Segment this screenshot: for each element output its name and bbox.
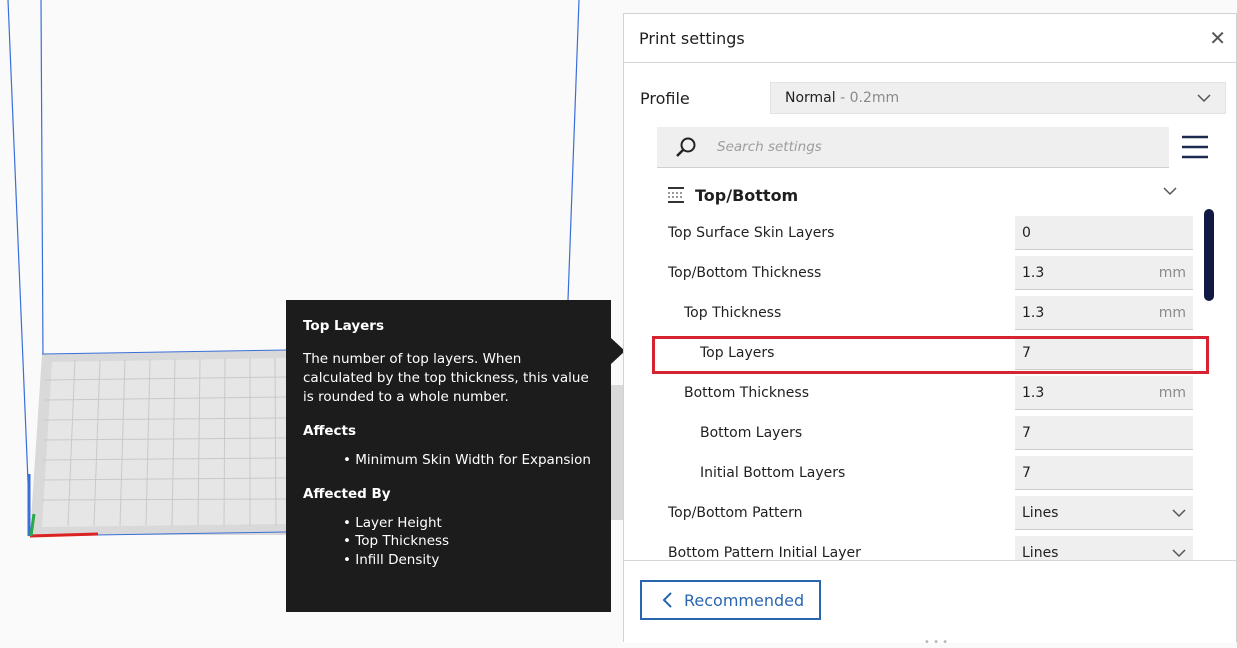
resize-handle-icon[interactable]: • • • — [924, 637, 948, 648]
setting-label: Top Thickness — [684, 305, 782, 321]
print-settings-panel: Print settings ✕ Profile Normal - 0.2mm … — [623, 13, 1237, 648]
profile-row: Profile Normal - 0.2mm — [640, 82, 1226, 114]
setting-row: Top/Bottom Thickness 1.3 mm — [652, 256, 1194, 290]
setting-unit: mm — [1158, 264, 1186, 281]
tooltip-affects-item: Minimum Skin Width for Expansion — [343, 451, 594, 470]
profile-label: Profile — [640, 88, 690, 108]
tooltip-affected-by-item: Infill Density — [343, 551, 594, 570]
setting-value: 7 — [1022, 464, 1031, 481]
search-input[interactable]: Search settings — [717, 139, 822, 155]
tooltip-description: The number of top layers. When calculate… — [303, 351, 589, 405]
setting-label: Top Surface Skin Layers — [668, 225, 835, 241]
panel-footer: Recommended • • • — [624, 560, 1236, 648]
profile-select[interactable]: Normal - 0.2mm — [770, 82, 1226, 114]
setting-label: Bottom Layers — [700, 425, 803, 441]
setting-row: Top Surface Skin Layers 0 — [652, 216, 1194, 250]
setting-row: Bottom Layers 7 — [652, 416, 1194, 450]
chevron-down-icon — [1172, 508, 1186, 517]
setting-row: Top/Bottom Pattern Lines — [652, 496, 1194, 530]
recommended-label: Recommended — [684, 590, 805, 610]
tooltip-affected-by-item: Top Thickness — [343, 532, 594, 551]
setting-value: Lines — [1022, 504, 1059, 521]
chevron-left-icon — [662, 592, 672, 608]
setting-input[interactable]: 1.3 mm — [1015, 296, 1193, 330]
tooltip-affects-list: Minimum Skin Width for Expansion — [343, 451, 594, 470]
setting-dropdown[interactable]: Lines — [1015, 496, 1193, 530]
tooltip-affected-by-list: Layer Height Top Thickness Infill Densit… — [343, 514, 594, 570]
tooltip-affects-heading: Affects — [303, 423, 357, 439]
setting-input[interactable]: 1.3 mm — [1015, 376, 1193, 410]
setting-tooltip: Top Layers The number of top layers. Whe… — [286, 300, 625, 612]
setting-unit: mm — [1158, 384, 1186, 401]
chevron-down-icon — [1172, 548, 1186, 557]
setting-label: Bottom Pattern Initial Layer — [668, 545, 861, 560]
setting-input[interactable]: 7 — [1015, 416, 1193, 450]
setting-input[interactable]: 7 — [1015, 456, 1193, 490]
setting-dropdown[interactable]: Lines — [1015, 536, 1193, 560]
setting-label: Top/Bottom Thickness — [668, 265, 822, 281]
setting-row: Top Thickness 1.3 mm — [652, 296, 1194, 330]
search-icon — [676, 137, 696, 157]
setting-row: Bottom Pattern Initial Layer Lines — [652, 536, 1194, 560]
profile-sub: - 0.2mm — [835, 90, 900, 106]
highlight-box — [652, 336, 1209, 374]
recommended-button[interactable]: Recommended — [640, 580, 821, 620]
setting-value: 0 — [1022, 224, 1031, 241]
scrollbar[interactable] — [1204, 209, 1214, 301]
tooltip-affected-by-item: Layer Height — [343, 514, 594, 533]
setting-label: Top/Bottom Pattern — [668, 505, 803, 521]
setting-unit: mm — [1158, 304, 1186, 321]
setting-input[interactable]: 1.3 mm — [1015, 256, 1193, 290]
setting-label: Bottom Thickness — [684, 385, 809, 401]
chevron-down-icon — [1197, 94, 1211, 103]
setting-label: Initial Bottom Layers — [700, 465, 846, 481]
setting-value: 1.3 — [1022, 304, 1045, 321]
setting-row: Bottom Thickness 1.3 mm — [652, 376, 1194, 410]
menu-icon[interactable] — [1180, 134, 1210, 160]
top-bottom-icon — [668, 187, 684, 203]
tooltip-title: Top Layers — [303, 318, 384, 334]
tooltip-affected-by-heading: Affected By — [303, 485, 391, 502]
category-title: Top/Bottom — [695, 185, 799, 205]
setting-row: Initial Bottom Layers 7 — [652, 456, 1194, 490]
close-icon[interactable]: ✕ — [1209, 26, 1226, 50]
search-bar[interactable]: Search settings — [657, 127, 1169, 168]
panel-title: Print settings — [639, 28, 745, 48]
setting-input[interactable]: 0 — [1015, 216, 1193, 250]
setting-value: Lines — [1022, 544, 1059, 561]
profile-value: Normal — [785, 90, 836, 106]
setting-value: 1.3 — [1022, 264, 1045, 281]
category-top-bottom[interactable]: Top/Bottom — [667, 182, 1187, 208]
panel-header: Print settings ✕ — [624, 14, 1236, 63]
setting-value: 1.3 — [1022, 384, 1045, 401]
chevron-down-icon — [1163, 187, 1177, 196]
setting-value: 7 — [1022, 424, 1031, 441]
